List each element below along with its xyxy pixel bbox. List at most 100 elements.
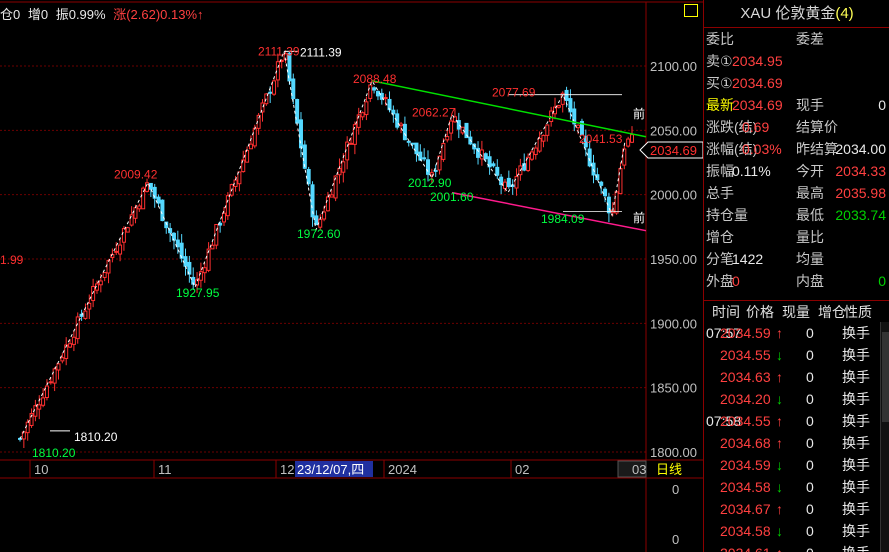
sub-axis-bottom: 0 [672, 532, 679, 547]
amplitude-stat: 振0.99% [55, 7, 106, 22]
candle-body [114, 250, 119, 253]
zigzag-line [19, 49, 626, 440]
sub-axis-top: 0 [672, 482, 679, 497]
quote-row: 持仓量 最低 2033.74 [706, 204, 888, 226]
candle-body [618, 167, 623, 195]
tick-price: 2034.20 [720, 391, 771, 407]
tick-price: 2034.58 [720, 479, 771, 495]
candle-body [268, 91, 273, 94]
candle-body [37, 404, 42, 410]
trough-label: 1972.60 [297, 227, 341, 241]
candle-body [414, 142, 419, 155]
quote-value: 2034.69 [732, 97, 783, 113]
candle-body [495, 166, 500, 176]
tick-price: 2034.68 [720, 435, 771, 451]
candle-body [44, 385, 49, 399]
month-label: 03 [632, 462, 646, 477]
tick-row[interactable]: 2034.58 ↓ 0 换手 [704, 476, 889, 498]
quote-value: 1422 [732, 251, 764, 267]
tick-direction: ↑ [776, 325, 783, 341]
tick-scrollbar[interactable] [880, 322, 889, 552]
tick-volume: 0 [806, 501, 814, 517]
tick-row[interactable]: 2034.58 ↓ 0 换手 [704, 520, 889, 542]
tick-row[interactable]: 2034.68 ↑ 0 换手 [704, 432, 889, 454]
peak-label: 2077.69 [492, 86, 536, 100]
tick-row[interactable]: 2034.61 ↑ 0 换手 [704, 542, 889, 552]
quote-label: 卖① [706, 53, 733, 69]
candle-body [98, 280, 103, 286]
quote-panel: XAU 伦敦黄金(4) 委比 委差 卖① 2034.95 买① 2034.69 最新 2034… [703, 0, 889, 552]
quote-label: 量比 [796, 229, 824, 245]
candle-body [102, 272, 107, 278]
candle-body [426, 159, 430, 175]
expand-button[interactable] [684, 4, 698, 17]
peak-label: 2041.53 [579, 132, 623, 146]
tick-row[interactable]: 2034.63 ↑ 0 换手 [704, 366, 889, 388]
tick-direction: ↑ [776, 501, 783, 517]
kline-chart[interactable]: 2100.00 2050.00 2000.00 1950.00 1900.00 1850.… [0, 0, 703, 552]
candle-body [402, 123, 407, 141]
candle-body [71, 336, 76, 345]
candle-body [502, 181, 507, 189]
quote-label: 昨结算 [796, 141, 838, 157]
tick-volume: 0 [806, 457, 814, 473]
quote-value: 0.69 [742, 119, 770, 135]
tick-direction: ↓ [776, 457, 783, 473]
quote-label: 总手 [706, 185, 734, 201]
peak-label: 2009.42 [114, 168, 158, 182]
candle-body [125, 227, 130, 233]
tick-row[interactable]: 07:57 2034.59 ↑ 0 换手 [704, 322, 889, 344]
quote-label: 现手 [796, 97, 824, 113]
quote-label: 分笔 [706, 251, 734, 267]
quote-value: 0.11% [732, 163, 771, 179]
candle-body [368, 84, 373, 99]
tick-volume: 0 [806, 347, 814, 363]
tick-price: 2034.58 [720, 523, 771, 539]
candle-body [445, 136, 450, 141]
candle-body [422, 157, 427, 160]
candle-body [183, 256, 188, 267]
tick-row[interactable]: 2034.55 ↓ 0 换手 [704, 344, 889, 366]
tick-price: 2034.59 [720, 325, 771, 341]
tick-row[interactable]: 07:58 2034.55 ↑ 0 换手 [704, 410, 889, 432]
current-price-label: 2034.69 [650, 143, 697, 158]
candle-body [222, 212, 226, 223]
price-tick-label: 1800.00 [650, 445, 697, 460]
tick-direction: ↓ [776, 523, 783, 539]
candle-body [87, 302, 92, 310]
quote-label: 最低 [796, 207, 824, 223]
tick-row[interactable]: 2034.20 ↓ 0 换手 [704, 388, 889, 410]
tick-row[interactable]: 2034.67 ↑ 0 换手 [704, 498, 889, 520]
candle-body [210, 244, 215, 250]
quote-label: 买① [706, 75, 733, 91]
tick-volume: 0 [806, 542, 814, 552]
tick-volume: 0 [806, 435, 814, 451]
tick-direction: ↑ [776, 435, 783, 451]
trough-label: 2001.60 [430, 190, 474, 204]
candle-body [603, 188, 608, 197]
tick-volume: 0 [806, 523, 814, 539]
candle-body [106, 259, 111, 274]
tick-nature: 换手 [842, 523, 870, 539]
tick-row[interactable]: 2034.59 ↓ 0 换手 [704, 454, 889, 476]
candle-body [406, 140, 411, 143]
price-tick-label: 1900.00 [650, 316, 697, 331]
tick-nature: 换手 [842, 501, 870, 517]
candle-body [514, 176, 519, 189]
tick-price: 2034.55 [720, 413, 771, 429]
col-price: 价格 [746, 304, 774, 320]
candle-body [349, 142, 354, 145]
candle-body [322, 211, 327, 220]
candle-body [60, 357, 65, 362]
tick-nature: 换手 [842, 413, 870, 429]
tick-scrollbar-thumb[interactable] [882, 332, 889, 422]
candle-body [325, 196, 330, 212]
quote-value: 2035.98 [835, 185, 886, 201]
quote-label: 振幅 [706, 163, 734, 179]
tick-nature: 换手 [842, 391, 870, 407]
front-label: 前 [633, 210, 645, 225]
candle-body [248, 143, 253, 150]
candle-body [41, 397, 46, 406]
quote-value: 0.03% [742, 141, 782, 157]
quote-label: 结算价 [796, 119, 838, 135]
